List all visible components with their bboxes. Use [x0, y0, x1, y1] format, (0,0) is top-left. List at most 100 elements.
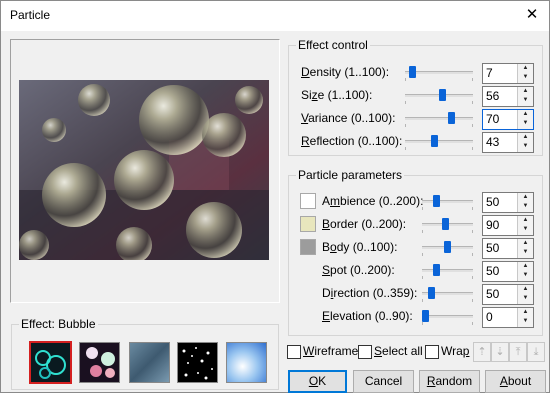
param-label: Border (0..200):: [322, 217, 407, 231]
value-input[interactable]: [484, 240, 518, 255]
value-spinner[interactable]: ▲▼: [482, 261, 534, 282]
select-all-label: Select all: [374, 344, 423, 358]
spin-up-icon[interactable]: ▲: [518, 308, 533, 317]
move-up-icon[interactable]: ⇡: [473, 342, 491, 362]
spin-up-icon[interactable]: ▲: [518, 262, 533, 271]
value-input[interactable]: [484, 111, 518, 126]
spin-up-icon[interactable]: ▲: [518, 64, 533, 73]
slider-thumb[interactable]: [439, 89, 446, 101]
rain-effect-icon[interactable]: [129, 342, 170, 383]
color-swatch[interactable]: [300, 216, 316, 232]
spin-down-icon[interactable]: ▼: [518, 119, 533, 128]
slider-track[interactable]: [422, 200, 473, 203]
slider-ticks: [405, 147, 473, 150]
value-input[interactable]: [484, 194, 518, 209]
value-spinner[interactable]: ▲▼: [482, 307, 534, 328]
spin-up-icon[interactable]: ▲: [518, 216, 533, 225]
value-spinner[interactable]: ▲▼: [482, 86, 534, 107]
value-input[interactable]: [484, 88, 518, 103]
slider-ticks: [422, 207, 473, 210]
snow-effect-icon[interactable]: [177, 342, 218, 383]
slider-thumb[interactable]: [422, 310, 429, 322]
value-input[interactable]: [484, 65, 518, 80]
value-input[interactable]: [484, 309, 518, 324]
spinner-arrows[interactable]: ▲ ▼: [517, 216, 533, 235]
slider-thumb[interactable]: [428, 287, 435, 299]
spinner-arrows[interactable]: ▲ ▼: [517, 239, 533, 258]
value-spinner[interactable]: ▲▼: [482, 238, 534, 259]
value-spinner[interactable]: ▲▼: [482, 132, 534, 153]
close-icon[interactable]: ✕: [521, 5, 543, 25]
spin-down-icon[interactable]: ▼: [518, 202, 533, 211]
param-label: Direction (0..359):: [322, 286, 418, 300]
spin-up-icon[interactable]: ▲: [518, 110, 533, 119]
slider-ticks: [422, 230, 473, 233]
spin-down-icon[interactable]: ▼: [518, 96, 533, 105]
spinner-arrows[interactable]: ▲ ▼: [517, 133, 533, 152]
spin-up-icon[interactable]: ▲: [518, 239, 533, 248]
spinner-arrows[interactable]: ▲ ▼: [517, 87, 533, 106]
slider-thumb[interactable]: [409, 66, 416, 78]
spin-down-icon[interactable]: ▼: [518, 248, 533, 257]
value-spinner[interactable]: ▲▼: [482, 109, 534, 130]
spin-down-icon[interactable]: ▼: [518, 317, 533, 326]
select-all-checkbox[interactable]: [358, 345, 372, 359]
wrap-checkbox[interactable]: [425, 345, 439, 359]
spinner-arrows[interactable]: ▲ ▼: [517, 285, 533, 304]
slider-ticks: [422, 322, 473, 325]
spin-up-icon[interactable]: ▲: [518, 193, 533, 202]
value-spinner[interactable]: ▲▼: [482, 63, 534, 84]
spin-down-icon[interactable]: ▼: [518, 271, 533, 280]
color-swatch[interactable]: [300, 239, 316, 255]
spin-down-icon[interactable]: ▼: [518, 225, 533, 234]
spin-down-icon[interactable]: ▼: [518, 73, 533, 82]
cancel-button[interactable]: Cancel: [353, 370, 414, 393]
slider-ticks: [422, 299, 473, 302]
move-top-icon[interactable]: ⤒: [509, 342, 527, 362]
spinner-arrows[interactable]: ▲ ▼: [517, 193, 533, 212]
value-input[interactable]: [484, 263, 518, 278]
effect-group-label: Effect: Bubble: [19, 317, 98, 331]
value-input[interactable]: [484, 286, 518, 301]
cloud-effect-icon[interactable]: [226, 342, 267, 383]
sparkle-effect-icon[interactable]: [79, 342, 120, 383]
slider-track[interactable]: [422, 315, 473, 318]
spin-up-icon[interactable]: ▲: [518, 133, 533, 142]
slider-thumb[interactable]: [431, 135, 438, 147]
color-swatch[interactable]: [300, 193, 316, 209]
slider-ticks: [405, 78, 473, 81]
spin-up-icon[interactable]: ▲: [518, 87, 533, 96]
slider-thumb[interactable]: [448, 112, 455, 124]
value-input[interactable]: [484, 134, 518, 149]
spin-up-icon[interactable]: ▲: [518, 285, 533, 294]
slider-ticks: [405, 124, 473, 127]
move-down-icon[interactable]: ⇣: [491, 342, 509, 362]
spinner-arrows[interactable]: ▲ ▼: [517, 110, 533, 129]
slider-thumb[interactable]: [444, 241, 451, 253]
slider-thumb[interactable]: [442, 218, 449, 230]
value-spinner[interactable]: ▲▼: [482, 192, 534, 213]
ok-button[interactable]: OK: [288, 370, 347, 393]
slider-track[interactable]: [405, 140, 473, 143]
slider-thumb[interactable]: [433, 195, 440, 207]
value-spinner[interactable]: ▲▼: [482, 284, 534, 305]
title-bar: Particle ✕: [1, 1, 549, 31]
slider-thumb[interactable]: [433, 264, 440, 276]
spinner-arrows[interactable]: ▲ ▼: [517, 64, 533, 83]
slider-track[interactable]: [422, 269, 473, 272]
slider-track[interactable]: [405, 117, 473, 120]
preview-frame: [10, 39, 280, 303]
spinner-arrows[interactable]: ▲ ▼: [517, 262, 533, 281]
value-spinner[interactable]: ▲▼: [482, 215, 534, 236]
value-input[interactable]: [484, 217, 518, 232]
move-bottom-icon[interactable]: ⤓: [527, 342, 545, 362]
random-button[interactable]: Random: [419, 370, 480, 393]
bubble-preview-image: [19, 80, 269, 260]
bubble-effect-icon[interactable]: [29, 341, 72, 384]
wireframe-checkbox[interactable]: [287, 345, 301, 359]
slider-ticks: [405, 101, 473, 104]
about-button[interactable]: About: [485, 370, 546, 393]
spin-down-icon[interactable]: ▼: [518, 142, 533, 151]
spinner-arrows[interactable]: ▲ ▼: [517, 308, 533, 327]
spin-down-icon[interactable]: ▼: [518, 294, 533, 303]
